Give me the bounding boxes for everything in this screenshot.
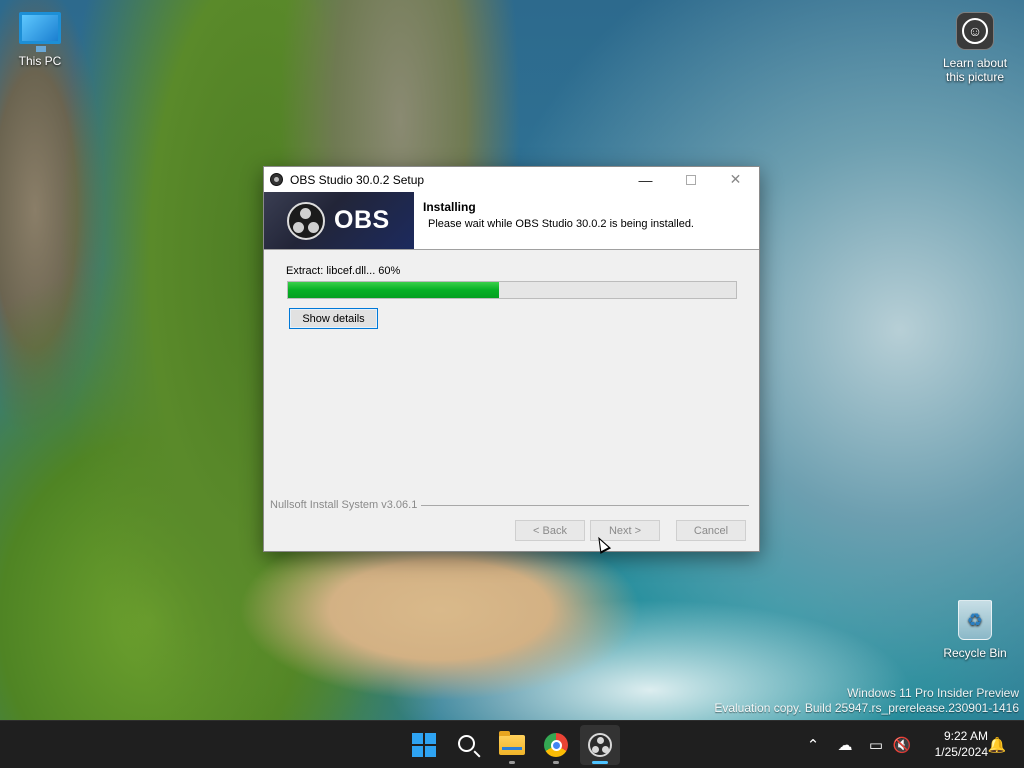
obs-logo-icon (287, 201, 325, 240)
volume-muted-icon: 🔇 (892, 737, 912, 754)
onedrive-icon: ☁ (837, 737, 853, 754)
obs-app-icon (270, 173, 283, 186)
desktop-icon-recycle-bin[interactable]: ♻ Recycle Bin (934, 600, 1016, 660)
system-clock[interactable]: 9:22 AM 1/25/2024 (920, 728, 988, 760)
onedrive-tray[interactable]: ☁ (835, 735, 855, 755)
obs-icon (588, 733, 612, 757)
page-title: Installing (423, 200, 476, 214)
desktop-icon-label: This PC (18, 54, 62, 68)
chrome-icon (544, 733, 568, 757)
page-subtitle: Please wait while OBS Studio 30.0.2 is b… (428, 218, 694, 230)
taskbar-chrome[interactable] (536, 725, 576, 765)
camera-info-icon: ☺ (956, 12, 994, 50)
volume-tray[interactable]: 🔇 (892, 735, 912, 755)
network-tray[interactable]: ▭ (866, 735, 886, 755)
file-explorer-icon (499, 731, 525, 755)
nsis-branding: Nullsoft Install System v3.06.1 (270, 499, 422, 511)
close-icon: ✕ (729, 171, 742, 187)
running-indicator (553, 761, 559, 764)
minimize-button[interactable]: — (623, 167, 668, 192)
install-progress-bar (287, 281, 737, 299)
watermark-build: Evaluation copy. Build 25947.rs_prerelea… (714, 701, 1019, 715)
search-button[interactable] (448, 725, 488, 765)
maximize-button (668, 167, 713, 192)
installer-window: OBS Studio 30.0.2 Setup — ✕ OBS Installi… (263, 166, 760, 552)
close-button: ✕ (713, 167, 758, 192)
desktop-icon-this-pc[interactable]: This PC (0, 12, 80, 68)
clock-time: 9:22 AM (943, 729, 988, 743)
start-button[interactable] (404, 725, 444, 765)
title-bar[interactable]: OBS Studio 30.0.2 Setup — ✕ (264, 167, 759, 192)
active-indicator (592, 761, 608, 764)
windows-watermark: Windows 11 Pro Insider Preview Evaluatio… (714, 686, 1019, 716)
back-button: < Back (515, 520, 585, 541)
maximize-icon (685, 174, 696, 185)
network-icon: ▭ (868, 737, 884, 754)
taskbar-obs-setup[interactable] (580, 725, 620, 765)
show-details-button[interactable]: Show details (289, 308, 378, 329)
watermark-edition: Windows 11 Pro Insider Preview (847, 686, 1019, 700)
desktop-icon-label: Recycle Bin (943, 646, 1007, 660)
show-hidden-icons-button[interactable]: ⌃ (803, 735, 823, 755)
clock-date: 1/25/2024 (934, 745, 988, 759)
install-status-text: Extract: libcef.dll... 60% (286, 265, 401, 277)
notification-bell-icon: 🔔 (987, 737, 1007, 754)
chevron-up-icon: ⌃ (806, 737, 820, 754)
recycle-bin-icon: ♻ (958, 600, 992, 640)
start-icon (412, 733, 436, 757)
search-icon (457, 734, 475, 752)
cancel-button[interactable]: Cancel (676, 520, 746, 541)
window-title: OBS Studio 30.0.2 Setup (290, 172, 425, 187)
minimize-icon: — (638, 171, 653, 188)
notification-center-button[interactable]: 🔔 (987, 735, 1007, 755)
monitor-icon (19, 12, 61, 52)
taskbar: ⌃ ☁ ▭ 🔇 9:22 AM 1/25/2024 🔔 (0, 720, 1024, 768)
obs-logo-banner: OBS (264, 192, 414, 249)
running-indicator (509, 761, 515, 764)
desktop-icon-learn-about-picture[interactable]: ☺ Learn about this picture (934, 12, 1016, 84)
progress-fill (288, 282, 499, 298)
taskbar-file-explorer[interactable] (492, 725, 532, 765)
desktop-icon-label: Learn about this picture (942, 56, 1008, 84)
installer-header: OBS Installing Please wait while OBS Stu… (264, 192, 759, 250)
obs-logo-text: OBS (334, 206, 390, 234)
